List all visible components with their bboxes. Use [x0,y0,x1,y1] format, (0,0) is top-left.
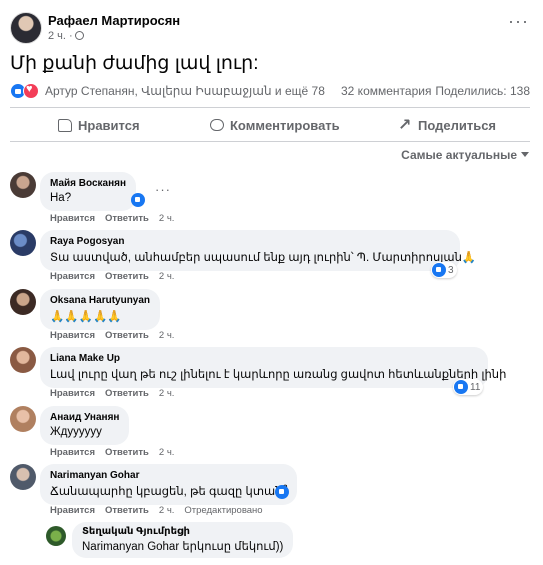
reaction-count: 11 [470,381,481,393]
comment-reaction-badge[interactable] [130,192,148,208]
reaction-icons[interactable] [10,82,46,100]
comment-count[interactable]: 32 комментария [341,84,431,98]
comment-item: Майя Восканян Ha? ··· Нравится Ответить 2 … [10,172,530,224]
post-time[interactable]: 2 ч. · [48,30,84,42]
like-reaction-icon [432,263,446,277]
like-reaction-icon [131,193,145,207]
like-reaction-icon [454,380,468,394]
comment-bubble: Oksana Harutyunyan 🙏🙏🙏🙏🙏 [40,289,161,330]
replier-avatar[interactable] [46,526,66,546]
commenter-avatar[interactable] [10,464,36,490]
comment-reply-link[interactable]: Ответить [105,213,149,224]
commenter-avatar[interactable] [10,406,36,432]
share-button[interactable]: Поделиться [398,113,496,137]
comment-like-link[interactable]: Нравится [50,271,95,282]
comment-text: 🙏🙏🙏🙏🙏 [50,311,122,323]
comment-reply-link[interactable]: Ответить [105,388,149,399]
share-arrow-icon [398,115,412,135]
comment-time[interactable]: 2 ч. [159,330,175,341]
comment-bubble: Liana Make Up Լավ լուրը վաղ թե ուշ լինել… [40,347,507,388]
more-options-icon[interactable]: ··· [155,182,171,197]
edited-label: Отредактировано [184,505,263,516]
comment-time[interactable]: 2 ч. [159,505,175,516]
comment-actions: Нравится Ответить 2 ч. [50,447,184,458]
reply-bubble: Տեղական Գյումրեցի Narimanyan Gohar երկու… [72,522,294,558]
comment-author[interactable]: Oksana Harutyunyan [50,295,150,306]
comment-bubble: Майя Восканян Ha? [40,172,137,211]
globe-icon [74,31,84,40]
comment-item: Liana Make Up Լավ լուրը վաղ թե ուշ լինել… [10,347,530,401]
comment-reaction-badge[interactable] [274,484,292,500]
comment-like-link[interactable]: Нравится [50,505,95,516]
author-name[interactable]: Рафаел Мартиросян [48,13,180,28]
comment-reaction-badge[interactable]: 3 [431,262,457,278]
chevron-down-icon [521,152,529,157]
thumbs-up-icon [58,118,72,132]
share-count[interactable]: Поделились: 138 [435,84,530,98]
author-avatar[interactable] [10,12,42,44]
comment-author[interactable]: Анаид Унанян [50,412,119,423]
post-time-label[interactable]: 2 ч. · [48,30,73,42]
comment-time[interactable]: 2 ч. [159,271,175,282]
comment-reply-link[interactable]: Ответить [105,505,149,516]
comment-text: Ha? [50,192,72,204]
comment-author[interactable]: Майя Восканян [50,178,126,189]
comment-item: Анаид Унанян Ждуууууу Нравится Ответить 2 … [10,406,530,460]
comment-time[interactable]: 2 ч. [159,388,175,399]
commenter-avatar[interactable] [10,230,36,256]
comment-text: Տա աստված, անհամբեր սպասում ենք այդ լուր… [50,252,477,264]
commenter-avatar[interactable] [10,347,36,373]
like-button-label: Нравится [78,117,140,133]
comment-text: Լավ լուրը վաղ թե ուշ լինելու է կարևորը ա… [50,369,507,381]
comment-like-link[interactable]: Нравится [50,330,95,341]
comment-item: Oksana Harutyunyan 🙏🙏🙏🙏🙏 Нравится Ответит… [10,289,530,343]
comment-like-link[interactable]: Нравится [50,388,95,399]
comment-bubble: Narimanyan Gohar Ճանապարհը կբացեն, թե գա… [40,464,298,505]
post-header: Рафаел Мартиросян 2 ч. · ··· [10,10,535,46]
comment-author[interactable]: Liana Make Up [50,353,478,364]
commenter-avatar[interactable] [10,289,36,315]
divider [10,141,530,142]
reply-item: Տեղական Գյումրեցի Narimanyan Gohar երկու… [46,522,530,562]
comment-button-label: Комментировать [230,117,340,133]
reactions-summary: Артур Степанян, Վալերա Իսաբաջյան и ещё 7… [10,82,530,100]
like-button[interactable]: Нравится [58,113,140,137]
commenter-avatar[interactable] [10,172,36,198]
sort-label: Самые актуальные [401,148,517,162]
reply-author[interactable]: Տեղական Գյումրեցի [82,526,283,537]
reaction-count: 3 [448,264,454,276]
comment-sort-dropdown[interactable]: Самые актуальные [401,148,529,162]
comment-text: Ждуууууу [50,426,102,438]
comment-item: Narimanyan Gohar Ճանապարհը կբացեն, թե գա… [10,464,530,520]
comment-actions: Нравится Ответить 2 ч. [50,213,184,224]
comment-time[interactable]: 2 ч. [159,447,175,458]
comment-bubble-icon [210,119,224,131]
comment-reaction-badge[interactable]: 11 [453,379,484,395]
more-options-icon[interactable]: ··· [508,12,529,30]
comment-like-link[interactable]: Нравится [50,447,95,458]
love-reaction-icon [23,83,39,99]
post-text: Մի քանի ժամից լավ լուր: [10,53,259,74]
like-reaction-icon [275,485,289,499]
comment-time[interactable]: 2 ч. [159,213,175,224]
comment-actions: Нравится Ответить 2 ч. [50,271,184,282]
reactors-list[interactable]: Артур Степанян, Վալերա Իսաբաջյան и ещё 7… [45,84,325,98]
comment-button[interactable]: Комментировать [210,113,340,137]
reply-text: Narimanyan Gohar երկուսը մեկում)) [82,541,284,553]
comment-reply-link[interactable]: Ответить [105,271,149,282]
comment-actions: Нравится Ответить 2 ч. [50,388,184,399]
comment-actions: Нравится Ответить 2 ч. Отредактировано [50,505,273,516]
comment-reply-link[interactable]: Ответить [105,447,149,458]
divider [10,107,530,108]
comment-item: Raya Pogosyan Տա աստված, անհամբեր սպասու… [10,230,530,284]
comment-actions: Нравится Ответить 2 ч. [50,330,184,341]
comment-author[interactable]: Narimanyan Gohar [50,470,287,481]
share-button-label: Поделиться [418,117,497,133]
comment-bubble: Анаид Унанян Ждуууууу [40,406,130,445]
comment-author[interactable]: Raya Pogosyan [50,236,450,247]
comment-text: Ճանապարհը կբացեն, թե գազը կտան՞ [50,486,288,498]
comment-bubble: Raya Pogosyan Տա աստված, անհամբեր սպասու… [40,230,477,271]
comment-reply-link[interactable]: Ответить [105,330,149,341]
comment-like-link[interactable]: Нравится [50,213,95,224]
